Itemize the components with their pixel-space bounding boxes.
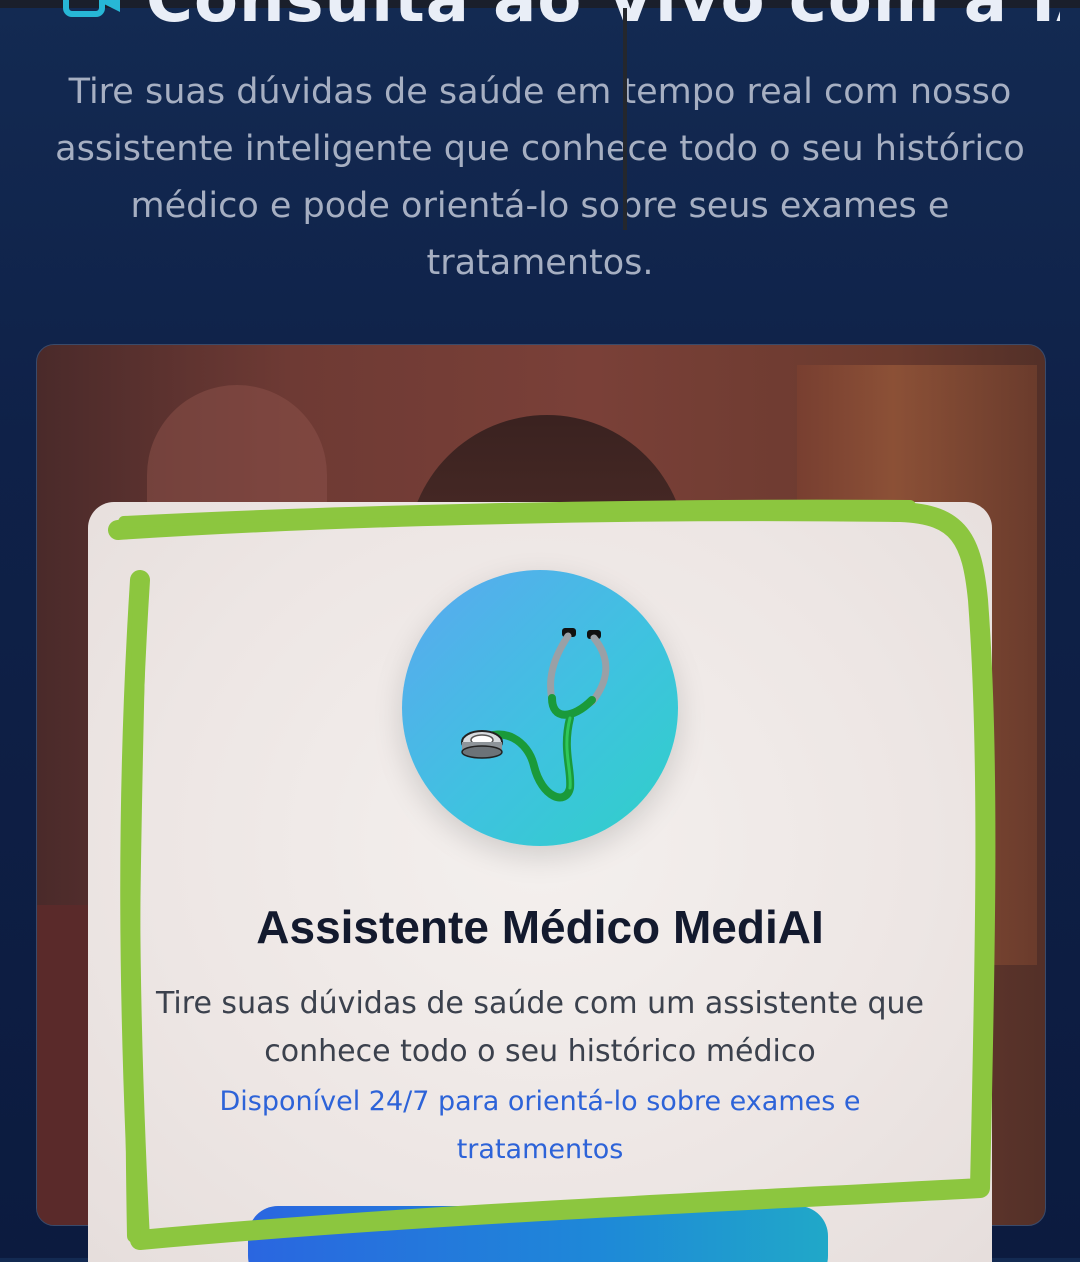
hero-heading: Consulta ao Vivo com a IA [60,0,1060,40]
start-consultation-button[interactable] [248,1206,828,1262]
availability-text: Disponível 24/7 para orientá-lo sobre ex… [219,1086,861,1165]
video-camera-icon [63,0,120,17]
stethoscope-icon [461,628,610,802]
text-cursor [623,8,627,230]
hero-subtitle: Tire suas dúvidas de saúde em tempo real… [55,72,1025,283]
assistant-avatar [402,570,678,846]
card-title: Assistente Médico MediAI [256,901,824,953]
hero-title: Consulta ao Vivo com a IA [146,0,1060,37]
assistant-card: Assistente Médico MediAI Tire suas dúvid… [88,502,992,1262]
card-description: Tire suas dúvidas de saúde com um assist… [156,986,924,1069]
